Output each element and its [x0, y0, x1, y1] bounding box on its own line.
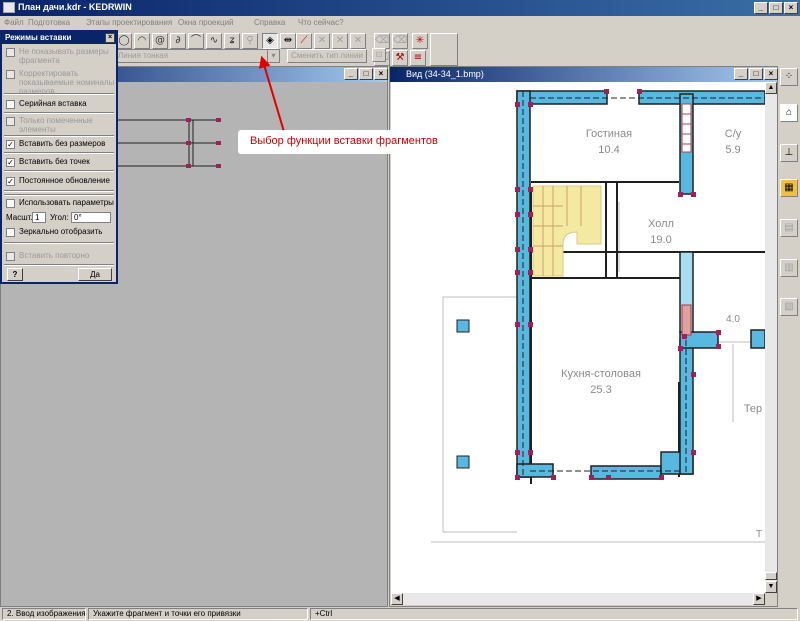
status-hint: Укажите фрагмент и точки его привязки: [88, 608, 308, 620]
annotation-overlay: [258, 55, 286, 136]
annotation-box: Выбор функции вставки фрагментов: [238, 130, 470, 154]
status-modifier: +Ctrl: [310, 608, 798, 620]
annotation-arrow: [258, 55, 286, 136]
status-mode: 2. Ввод изображения: [2, 608, 86, 620]
status-bar: 2. Ввод изображения Укажите фрагмент и т…: [0, 607, 800, 621]
annotation-text: Выбор функции вставки фрагментов: [250, 135, 438, 147]
